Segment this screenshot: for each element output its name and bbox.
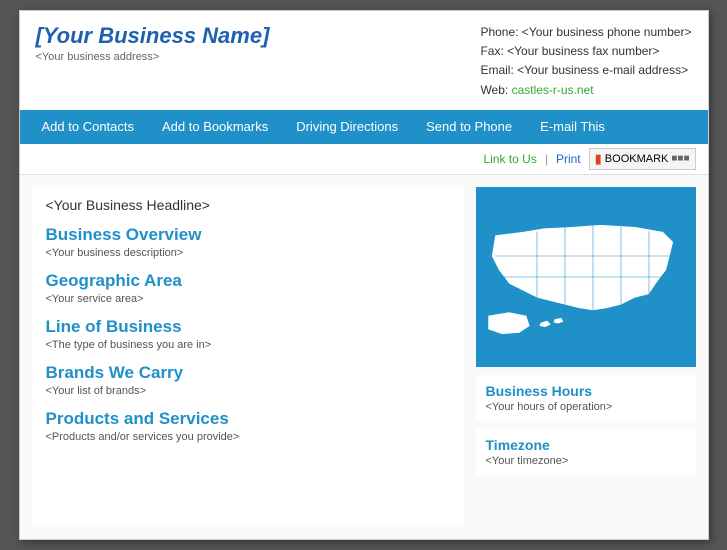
bookmark-icon: ▮ [595,151,602,167]
header: [Your Business Name] <Your business addr… [20,11,708,110]
section-desc-brands: <Your list of brands> [46,385,450,397]
separator: | [545,152,548,166]
section-title-overview: Business Overview [46,225,450,245]
link-to-us[interactable]: Link to Us [483,152,536,166]
section-desc-products: <Products and/or services you provide> [46,431,450,443]
nav-send-to-phone[interactable]: Send to Phone [412,110,526,144]
nav-add-bookmarks[interactable]: Add to Bookmarks [148,110,282,144]
section-title-products: Products and Services [46,409,450,429]
usa-map [481,192,691,362]
header-left: [Your Business Name] <Your business addr… [36,23,270,63]
business-hours-section: Business Hours <Your hours of operation> [476,375,696,421]
section-title-brands: Brands We Carry [46,363,450,383]
bookmark-label: BOOKMARK [605,153,669,165]
web-label: Web: [480,83,508,97]
email-info: Email: <Your business e-mail address> [480,61,691,80]
section-desc-lob: <The type of business you are in> [46,339,450,351]
business-hours-title: Business Hours [486,383,686,399]
section-title-lob: Line of Business [46,317,450,337]
page-wrapper: [Your Business Name] <Your business addr… [19,10,709,540]
section-desc-overview: <Your business description> [46,247,450,259]
bookmark-icons-extra: ■■■ [671,153,689,164]
timezone-section: Timezone <Your timezone> [476,429,696,475]
web-link[interactable]: castles-r-us.net [512,83,594,97]
timezone-desc: <Your timezone> [486,455,686,467]
right-column: Business Hours <Your hours of operation>… [476,187,696,527]
business-headline: <Your Business Headline> [46,197,450,213]
map-container [476,187,696,367]
business-hours-desc: <Your hours of operation> [486,401,686,413]
section-desc-geo: <Your service area> [46,293,450,305]
fax-info: Fax: <Your business fax number> [480,42,691,61]
nav-add-contacts[interactable]: Add to Contacts [28,110,149,144]
nav-bar: Add to Contacts Add to Bookmarks Driving… [20,110,708,144]
print-link[interactable]: Print [556,152,581,166]
timezone-title: Timezone [486,437,686,453]
left-column: <Your Business Headline> Business Overvi… [32,187,464,527]
business-name: [Your Business Name] [36,23,270,49]
utility-bar: Link to Us | Print ▮ BOOKMARK ■■■ [20,144,708,175]
web-info: Web: castles-r-us.net [480,81,691,100]
phone-info: Phone: <Your business phone number> [480,23,691,42]
nav-driving-directions[interactable]: Driving Directions [282,110,412,144]
content-area: <Your Business Headline> Business Overvi… [20,175,708,539]
business-address: <Your business address> [36,51,270,63]
nav-email-this[interactable]: E-mail This [526,110,619,144]
section-title-geo: Geographic Area [46,271,450,291]
bookmark-button[interactable]: ▮ BOOKMARK ■■■ [589,148,696,170]
header-right: Phone: <Your business phone number> Fax:… [480,23,691,100]
